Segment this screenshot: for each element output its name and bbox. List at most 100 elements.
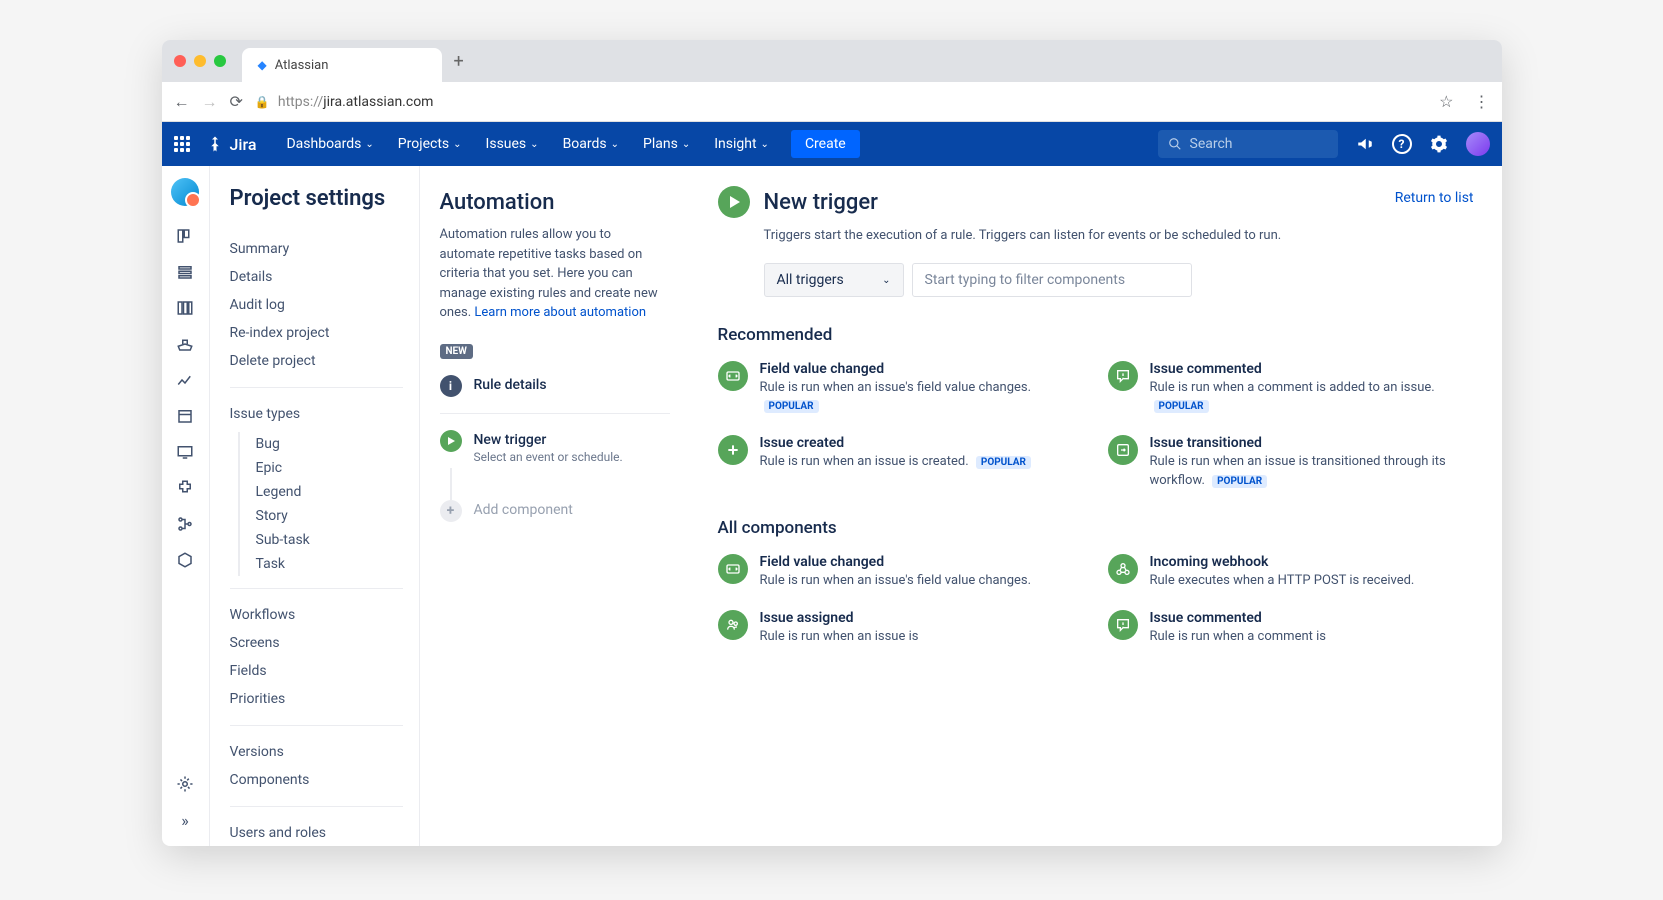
minimize-window-button[interactable] — [194, 55, 206, 67]
rail-columns-icon[interactable] — [171, 294, 199, 322]
step-connector — [450, 468, 452, 500]
sidebar-users-roles[interactable]: Users and roles — [230, 819, 419, 846]
sidebar-priorities[interactable]: Priorities — [230, 685, 419, 713]
settings-button[interactable] — [1430, 135, 1448, 153]
chrome-tab-bar: ◆ Atlassian + — [162, 40, 1502, 82]
close-window-button[interactable] — [174, 55, 186, 67]
bookmark-button[interactable]: ☆ — [1439, 92, 1453, 111]
back-button[interactable]: ← — [174, 92, 190, 112]
trigger-card[interactable]: Issue commented Rule is run when a comme… — [1108, 610, 1474, 646]
sidebar-delete-project[interactable]: Delete project — [230, 347, 419, 375]
new-tab-button[interactable]: + — [454, 51, 464, 72]
url-field[interactable]: 🔒 https://jira.atlassian.com — [255, 94, 1427, 110]
sidebar-components[interactable]: Components — [230, 766, 419, 794]
trigger-category-dropdown[interactable]: All triggers ⌄ — [764, 263, 904, 297]
project-avatar[interactable] — [171, 178, 199, 206]
chevron-down-icon: ⌄ — [682, 139, 690, 150]
issue-type-legend[interactable]: Legend — [256, 480, 419, 504]
trigger-card-title: Issue transitioned — [1150, 435, 1474, 451]
nav-projects[interactable]: Projects⌄ — [388, 130, 472, 158]
divider — [230, 806, 403, 807]
issue-type-subtask[interactable]: Sub-task — [256, 528, 419, 552]
learn-more-link[interactable]: Learn more about automation — [474, 305, 646, 320]
sidebar-summary[interactable]: Summary — [230, 235, 419, 263]
rail-reports-icon[interactable] — [171, 366, 199, 394]
sidebar-screens[interactable]: Screens — [230, 629, 419, 657]
trigger-card-title: Issue created — [760, 435, 1084, 451]
popular-badge: POPULAR — [1212, 475, 1267, 488]
reload-button[interactable]: ⟳ — [230, 92, 243, 111]
browser-menu-button[interactable]: ⋮ — [1474, 92, 1490, 111]
all-components-header: All components — [718, 518, 1474, 538]
add-component-step[interactable]: + Add component — [440, 500, 670, 522]
trigger-card[interactable]: Field value changed Rule is run when an … — [718, 554, 1084, 590]
trigger-card-title: Issue commented — [1150, 361, 1474, 377]
trigger-card[interactable]: Field value changed Rule is run when an … — [718, 361, 1084, 415]
nav-dashboards[interactable]: Dashboards⌄ — [276, 130, 383, 158]
divider — [440, 413, 670, 414]
announce-icon[interactable] — [1356, 135, 1374, 153]
app-switcher-button[interactable] — [174, 136, 190, 152]
chevron-down-icon: ⌄ — [611, 139, 619, 150]
tab-title: Atlassian — [275, 58, 329, 73]
trigger-card[interactable]: Issue commented Rule is run when a comme… — [1108, 361, 1474, 415]
rail-collapse-icon[interactable]: » — [171, 806, 199, 834]
trigger-card-description: Rule is run when an issue is — [760, 628, 1084, 646]
trigger-card[interactable]: Issue transitioned Rule is run when an i… — [1108, 435, 1474, 489]
play-icon — [440, 430, 462, 452]
create-button[interactable]: Create — [791, 130, 860, 158]
trigger-card-title: Field value changed — [760, 554, 1084, 570]
automation-title: Automation — [440, 190, 670, 215]
sidebar-workflows[interactable]: Workflows — [230, 601, 419, 629]
rail-addon-icon[interactable] — [171, 474, 199, 502]
nav-issues[interactable]: Issues⌄ — [476, 130, 549, 158]
jira-logo[interactable]: Jira — [206, 135, 257, 154]
issue-type-task[interactable]: Task — [256, 552, 419, 576]
sidebar-audit-log[interactable]: Audit log — [230, 291, 419, 319]
rail-settings-icon[interactable] — [171, 770, 199, 798]
rail-hex-icon[interactable] — [171, 546, 199, 574]
trigger-card[interactable]: Issue assigned Rule is run when an issue… — [718, 610, 1084, 646]
profile-avatar[interactable] — [1466, 132, 1490, 156]
forward-button[interactable]: → — [202, 92, 218, 112]
search-input[interactable]: Search — [1158, 130, 1338, 158]
rule-builder: Automation Automation rules allow you to… — [420, 166, 690, 846]
chevron-down-icon: ⌄ — [365, 139, 373, 150]
rail-board-icon[interactable] — [171, 222, 199, 250]
issue-types-header: Issue types — [230, 400, 419, 428]
trigger-card[interactable]: Issue created Rule is run when an issue … — [718, 435, 1084, 489]
return-to-list-link[interactable]: Return to list — [1395, 190, 1474, 206]
trigger-card[interactable]: Incoming webhook Rule executes when a HT… — [1108, 554, 1474, 590]
issue-type-bug[interactable]: Bug — [256, 432, 419, 456]
rail-backlog-icon[interactable] — [171, 258, 199, 286]
rule-details-step[interactable]: i Rule details — [440, 375, 670, 397]
sidebar-versions[interactable]: Versions — [230, 738, 419, 766]
address-bar: ← → ⟳ 🔒 https://jira.atlassian.com ☆ ⋮ — [162, 82, 1502, 122]
rail-tree-icon[interactable] — [171, 510, 199, 538]
play-icon — [718, 186, 750, 218]
divider — [230, 387, 403, 388]
nav-insight[interactable]: Insight⌄ — [704, 130, 779, 158]
trigger-card-description: Rule is run when an issue's field value … — [760, 379, 1084, 415]
chevron-down-icon: ⌄ — [453, 139, 461, 150]
nav-plans[interactable]: Plans⌄ — [633, 130, 700, 158]
maximize-window-button[interactable] — [214, 55, 226, 67]
sidebar-details[interactable]: Details — [230, 263, 419, 291]
nav-boards[interactable]: Boards⌄ — [553, 130, 629, 158]
new-trigger-step[interactable]: New trigger Select an event or schedule. — [440, 430, 670, 464]
rail-calendar-icon[interactable] — [171, 402, 199, 430]
project-rail: » — [162, 166, 210, 846]
info-icon: i — [440, 375, 462, 397]
issue-type-epic[interactable]: Epic — [256, 456, 419, 480]
sidebar-reindex[interactable]: Re-index project — [230, 319, 419, 347]
comment-icon — [1108, 610, 1138, 640]
issue-type-story[interactable]: Story — [256, 504, 419, 528]
rail-monitor-icon[interactable] — [171, 438, 199, 466]
trigger-card-description: Rule is run when a comment is added to a… — [1150, 379, 1474, 415]
help-button[interactable]: ? — [1392, 134, 1412, 154]
search-icon — [1168, 137, 1182, 151]
browser-tab[interactable]: ◆ Atlassian — [242, 48, 442, 82]
trigger-filter-input[interactable] — [912, 263, 1192, 297]
rail-ship-icon[interactable] — [171, 330, 199, 358]
sidebar-fields[interactable]: Fields — [230, 657, 419, 685]
